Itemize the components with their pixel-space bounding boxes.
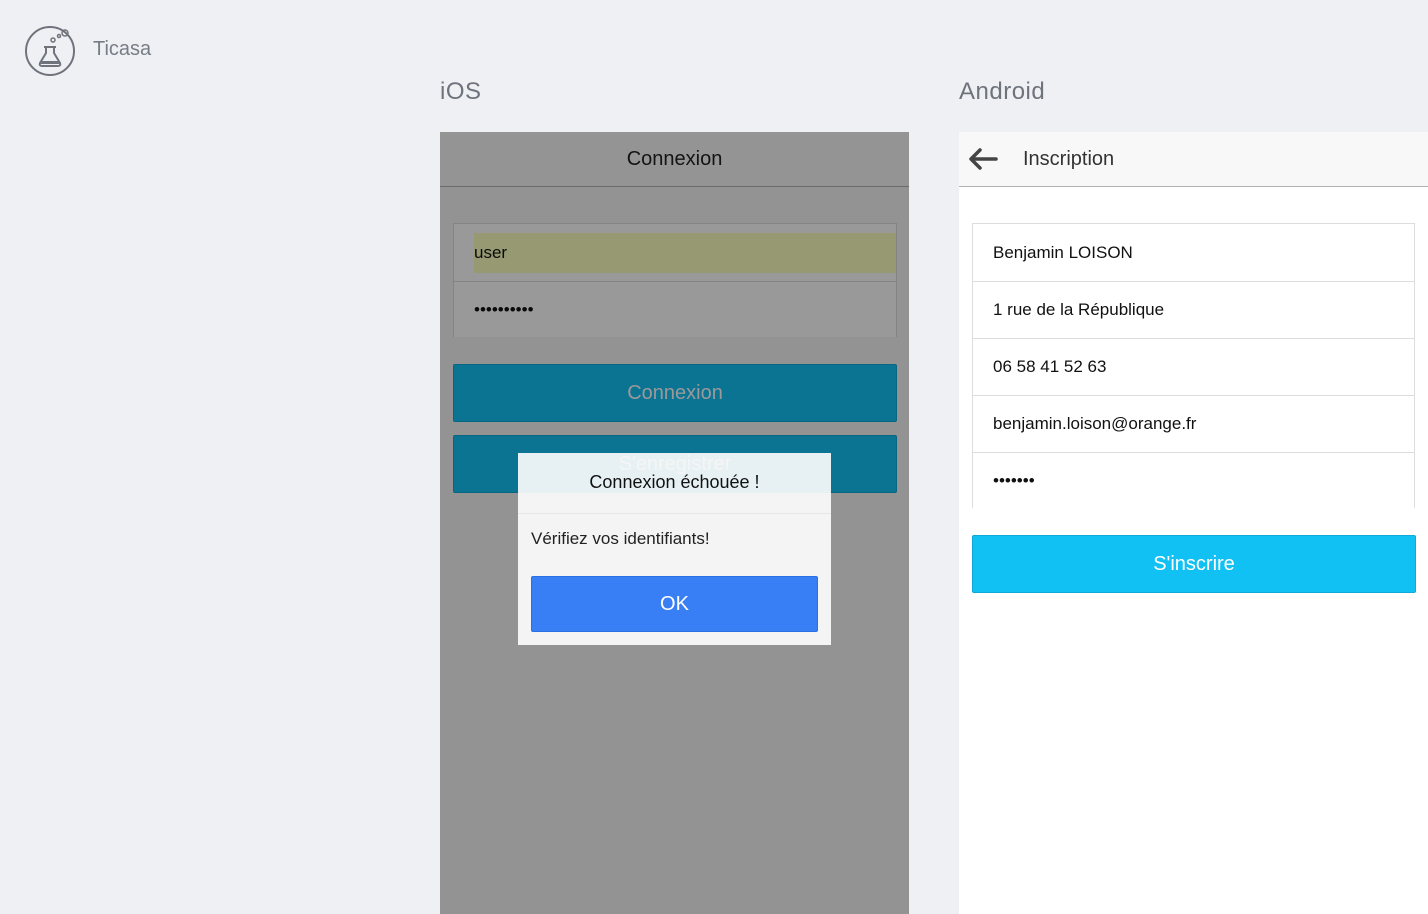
email-value[interactable]: benjamin.loison@orange.fr: [993, 414, 1196, 434]
flask-icon: [24, 25, 76, 77]
name-field[interactable]: Benjamin LOISON: [973, 224, 1414, 281]
arrow-left-icon[interactable]: [968, 147, 998, 171]
alert-message: Vérifiez vos identifiants!: [531, 529, 710, 548]
ok-button[interactable]: OK: [531, 576, 818, 632]
signup-form: Benjamin LOISON 1 rue de la République 0…: [972, 223, 1415, 508]
address-value[interactable]: 1 rue de la République: [993, 300, 1164, 320]
ios-label: iOS: [440, 78, 482, 105]
signup-button[interactable]: S'inscrire: [972, 535, 1416, 593]
email-field[interactable]: benjamin.loison@orange.fr: [973, 395, 1414, 452]
address-field[interactable]: 1 rue de la République: [973, 281, 1414, 338]
phone-field[interactable]: 06 58 41 52 63: [973, 338, 1414, 395]
password-value[interactable]: •••••••: [993, 471, 1035, 491]
android-header-title: Inscription: [1023, 147, 1115, 170]
password-field[interactable]: •••••••: [973, 452, 1414, 508]
android-label: Android: [959, 78, 1046, 105]
android-preview: Inscription Benjamin LOISON 1 rue de la …: [959, 132, 1428, 914]
android-header: Inscription: [959, 132, 1428, 187]
name-value[interactable]: Benjamin LOISON: [993, 243, 1133, 263]
alert-popup: Connexion échouée ! Vérifiez vos identif…: [518, 453, 831, 645]
ios-preview: Connexion user •••••••••• Connexion S'en…: [440, 132, 909, 914]
app-name: Ticasa: [93, 38, 152, 60]
phone-value[interactable]: 06 58 41 52 63: [993, 357, 1106, 377]
alert-title: Connexion échouée !: [518, 453, 831, 514]
